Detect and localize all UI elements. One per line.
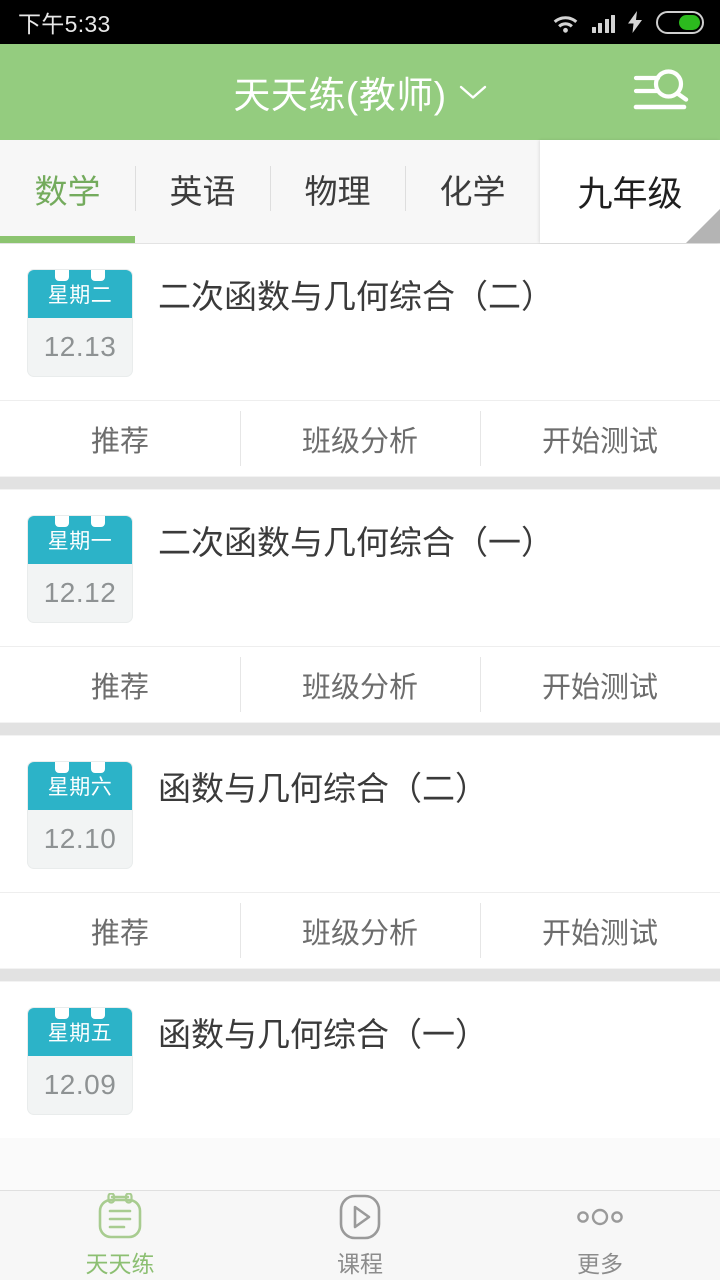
weekday-label: 星期二 bbox=[47, 284, 113, 307]
date-label: 12.09 bbox=[43, 1069, 117, 1100]
grade-selector[interactable]: 九年级 bbox=[540, 140, 720, 243]
date-label: 12.10 bbox=[43, 823, 117, 854]
corner-fold-icon bbox=[686, 209, 720, 243]
class-analysis-button[interactable]: 班级分析 bbox=[240, 647, 480, 722]
status-icons bbox=[552, 10, 704, 34]
lesson-summary[interactable]: 星期一 12.12 二次函数与几何综合（一） bbox=[0, 490, 720, 646]
weekday-label: 星期一 bbox=[47, 530, 113, 553]
status-bar: 下午5:33 bbox=[0, 0, 720, 44]
calendar-header: 星期六 bbox=[28, 762, 132, 810]
date-label: 12.12 bbox=[43, 577, 117, 608]
start-test-button[interactable]: 开始测试 bbox=[480, 893, 720, 968]
app-screen: 下午5:33 天天练(教师) 数学 英语 物理 化学 九年级 星期二 12.13… bbox=[0, 0, 720, 1280]
lesson-title: 二次函数与几何综合（一） bbox=[158, 524, 554, 561]
wifi-icon bbox=[552, 12, 579, 33]
tab-label: 英语 bbox=[169, 172, 236, 210]
tab-english[interactable]: 英语 bbox=[135, 140, 270, 243]
nav-item-courses[interactable]: 课程 bbox=[240, 1191, 480, 1280]
action-label: 班级分析 bbox=[301, 917, 418, 950]
play-icon bbox=[335, 1193, 385, 1241]
action-label: 开始测试 bbox=[541, 917, 658, 950]
search-icon[interactable] bbox=[632, 67, 694, 117]
lesson-summary[interactable]: 星期六 12.10 函数与几何综合（二） bbox=[0, 736, 720, 892]
battery-icon bbox=[656, 10, 704, 34]
app-header: 天天练(教师) bbox=[0, 44, 720, 140]
list-item[interactable]: 星期五 12.09 函数与几何综合（一） bbox=[0, 982, 720, 1138]
action-label: 开始测试 bbox=[541, 671, 658, 704]
action-label: 推荐 bbox=[90, 671, 149, 704]
list-separator bbox=[0, 722, 720, 736]
grade-selector-label: 九年级 bbox=[577, 175, 683, 214]
page-title: 天天练(教师) bbox=[233, 75, 447, 116]
date-label: 12.13 bbox=[43, 331, 117, 362]
action-label: 推荐 bbox=[90, 917, 149, 950]
calendar-header: 星期二 bbox=[28, 270, 132, 318]
tab-label: 化学 bbox=[439, 172, 506, 210]
subject-tab-bar: 数学 英语 物理 化学 九年级 bbox=[0, 140, 720, 244]
start-test-button[interactable]: 开始测试 bbox=[480, 401, 720, 476]
tab-label: 数学 bbox=[34, 172, 101, 210]
start-test-button[interactable]: 开始测试 bbox=[480, 647, 720, 722]
list-separator bbox=[0, 476, 720, 490]
nav-label: 课程 bbox=[337, 1250, 383, 1277]
lesson-title: 函数与几何综合（二） bbox=[158, 770, 488, 807]
nav-label: 天天练 bbox=[85, 1250, 155, 1277]
bottom-navigation: 天天练 课程 更多 bbox=[0, 1190, 720, 1280]
class-analysis-button[interactable]: 班级分析 bbox=[240, 401, 480, 476]
lesson-list[interactable]: 星期二 12.13 二次函数与几何综合（二） 推荐 班级分析 开始测试 星期一 … bbox=[0, 244, 720, 1190]
battery-fill bbox=[679, 14, 700, 30]
subject-tabs: 数学 英语 物理 化学 bbox=[0, 140, 540, 243]
action-label: 开始测试 bbox=[541, 425, 658, 458]
action-label: 班级分析 bbox=[301, 671, 418, 704]
calendar-icon: 星期五 12.09 bbox=[28, 1008, 132, 1114]
notebook-icon bbox=[91, 1192, 149, 1241]
lesson-actions: 推荐 班级分析 开始测试 bbox=[0, 400, 720, 476]
class-analysis-button[interactable]: 班级分析 bbox=[240, 893, 480, 968]
recommend-button[interactable]: 推荐 bbox=[0, 893, 240, 968]
lesson-title: 二次函数与几何综合（二） bbox=[158, 278, 554, 315]
tab-physics[interactable]: 物理 bbox=[270, 140, 405, 243]
action-label: 推荐 bbox=[90, 425, 149, 458]
weekday-label: 星期六 bbox=[47, 776, 113, 799]
calendar-icon: 星期一 12.12 bbox=[28, 516, 132, 622]
lesson-title: 函数与几何综合（一） bbox=[158, 1016, 488, 1053]
list-item[interactable]: 星期一 12.12 二次函数与几何综合（一） 推荐 班级分析 开始测试 bbox=[0, 490, 720, 722]
nav-item-more[interactable]: 更多 bbox=[480, 1191, 720, 1280]
recommend-button[interactable]: 推荐 bbox=[0, 401, 240, 476]
calendar-icon: 星期六 12.10 bbox=[28, 762, 132, 868]
list-item[interactable]: 星期二 12.13 二次函数与几何综合（二） 推荐 班级分析 开始测试 bbox=[0, 244, 720, 476]
chevron-down-icon bbox=[459, 84, 487, 100]
status-time: 下午5:33 bbox=[18, 11, 111, 37]
title-dropdown[interactable]: 天天练(教师) bbox=[233, 65, 486, 119]
action-label: 班级分析 bbox=[301, 425, 418, 458]
list-item[interactable]: 星期六 12.10 函数与几何综合（二） 推荐 班级分析 开始测试 bbox=[0, 736, 720, 968]
lesson-actions: 推荐 班级分析 开始测试 bbox=[0, 646, 720, 722]
tab-math[interactable]: 数学 bbox=[0, 140, 135, 243]
nav-item-daily-practice[interactable]: 天天练 bbox=[0, 1191, 240, 1280]
nav-label: 更多 bbox=[577, 1250, 623, 1277]
weekday-label: 星期五 bbox=[47, 1022, 113, 1045]
lesson-summary[interactable]: 星期五 12.09 函数与几何综合（一） bbox=[0, 982, 720, 1138]
lesson-summary[interactable]: 星期二 12.13 二次函数与几何综合（二） bbox=[0, 244, 720, 400]
tab-label: 物理 bbox=[304, 172, 371, 210]
signal-icon bbox=[591, 12, 615, 33]
calendar-header: 星期五 bbox=[28, 1008, 132, 1056]
tab-chemistry[interactable]: 化学 bbox=[405, 140, 540, 243]
recommend-button[interactable]: 推荐 bbox=[0, 647, 240, 722]
calendar-header: 星期一 bbox=[28, 516, 132, 564]
more-dots-icon bbox=[571, 1193, 629, 1241]
lesson-actions: 推荐 班级分析 开始测试 bbox=[0, 892, 720, 968]
list-separator bbox=[0, 968, 720, 982]
charging-bolt-icon bbox=[628, 11, 643, 33]
calendar-icon: 星期二 12.13 bbox=[28, 270, 132, 376]
